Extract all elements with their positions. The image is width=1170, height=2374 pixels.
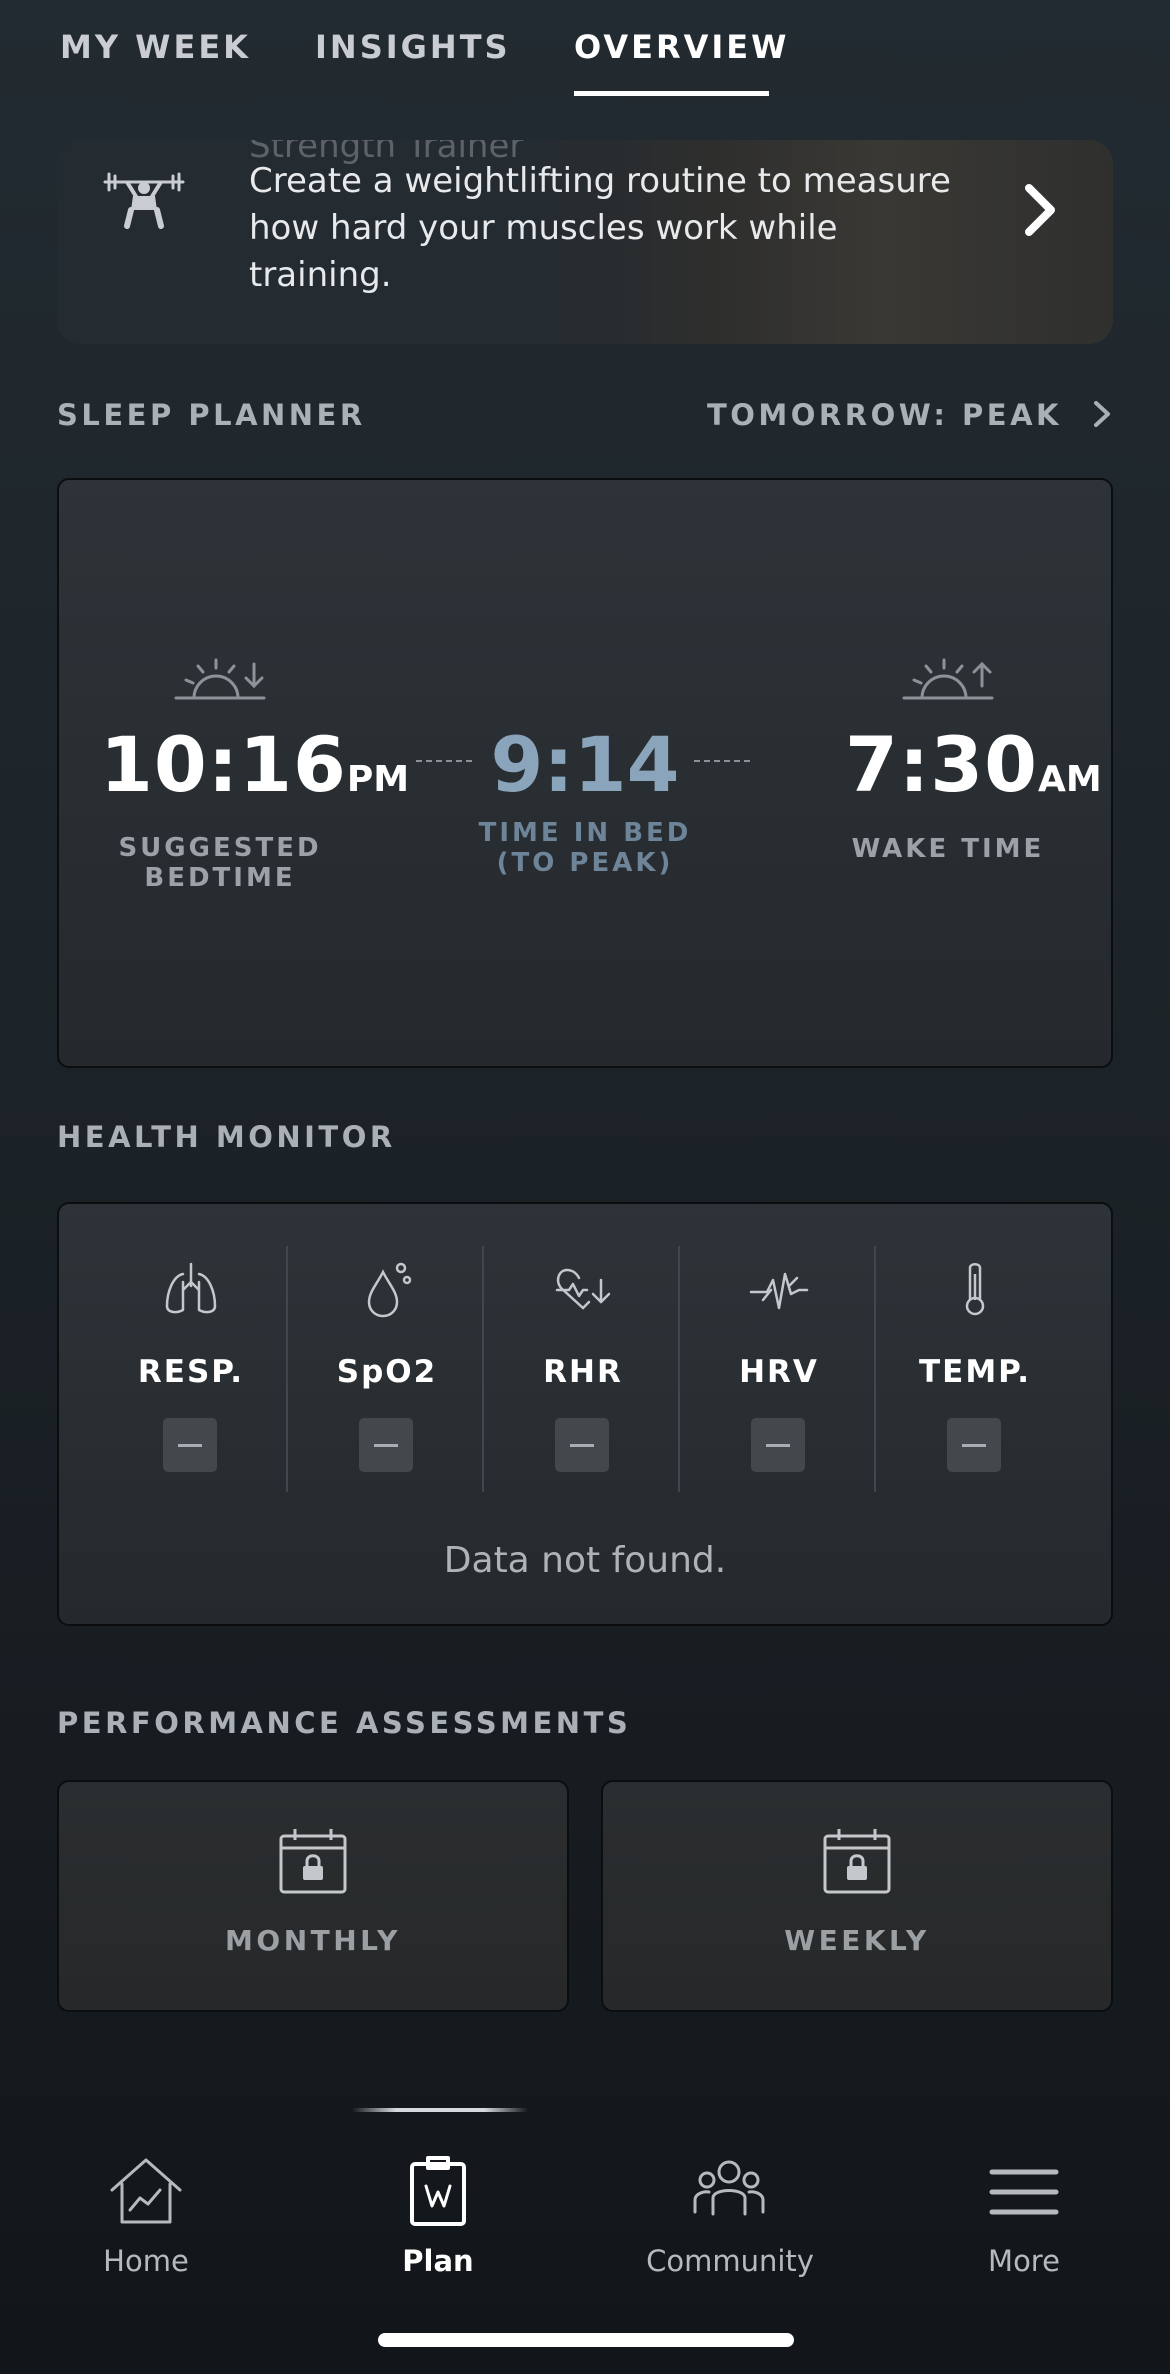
metric-hrv[interactable]: HRV	[681, 1246, 877, 1496]
chevron-right-icon[interactable]	[1090, 398, 1114, 430]
locked-calendar-icon	[279, 1829, 347, 1894]
home-chart-icon	[110, 2158, 182, 2224]
menu-icon	[989, 2169, 1059, 2215]
metric-label: RHR	[543, 1354, 623, 1390]
tab-insights[interactable]: INSIGHTS	[315, 28, 511, 66]
thermometer-icon	[965, 1263, 985, 1316]
sunrise-icon	[902, 658, 994, 700]
promo-description: Create a weightlifting routine to measur…	[249, 161, 951, 295]
nav-plan[interactable]: Plan	[292, 2150, 584, 2290]
metric-empty-value	[163, 1418, 217, 1472]
metric-spo2[interactable]: SpO2	[289, 1246, 485, 1496]
dashed-connector	[694, 760, 750, 764]
strength-trainer-promo-card[interactable]: Strength Trainer Create a weightlifting …	[57, 140, 1113, 344]
metric-divider	[286, 1246, 288, 1492]
nav-plan-label: Plan	[402, 2244, 474, 2278]
nav-community-label: Community	[646, 2244, 814, 2278]
metric-temp[interactable]: TEMP.	[877, 1246, 1073, 1496]
metric-rhr[interactable]: RHR	[485, 1246, 681, 1496]
health-monitor-status: Data not found.	[443, 1540, 727, 1581]
monthly-assessment-card[interactable]: MONTHLY	[57, 1780, 569, 2012]
time-in-bed-caption-line2: (TO PEAK)	[496, 848, 674, 878]
metric-empty-value	[555, 1418, 609, 1472]
health-monitor-title: HEALTH MONITOR	[57, 1120, 396, 1154]
bedtime-caption-line1: SUGGESTED	[118, 833, 322, 863]
performance-assessments-title: PERFORMANCE ASSESSMENTS	[57, 1706, 632, 1740]
wake-time-value: 7:30AM	[845, 720, 1102, 809]
heart-rate-down-icon	[555, 1268, 611, 1310]
metric-divider	[874, 1246, 876, 1492]
home-indicator[interactable]	[378, 2333, 794, 2347]
blood-drop-icon	[367, 1262, 412, 1318]
nav-more[interactable]: More	[878, 2150, 1170, 2290]
metric-empty-value	[359, 1418, 413, 1472]
clipboard-icon	[410, 2156, 466, 2226]
suggested-bedtime-caption: SUGGESTED BEDTIME	[100, 833, 340, 893]
nav-home-label: Home	[103, 2244, 189, 2278]
time-in-bed-caption-line1: TIME IN BED	[478, 818, 692, 848]
lungs-icon	[165, 1262, 217, 1314]
sunset-icon	[174, 658, 266, 700]
wake-time: 7:30	[845, 720, 1039, 809]
weekly-label: WEEKLY	[784, 1924, 930, 1957]
metric-empty-value	[751, 1418, 805, 1472]
bedtime-caption-line2: BEDTIME	[144, 863, 296, 893]
metric-empty-value	[947, 1418, 1001, 1472]
metric-divider	[678, 1246, 680, 1492]
barbell-icon	[103, 172, 185, 229]
locked-calendar-icon	[823, 1829, 891, 1894]
heart-rate-variability-icon	[749, 1272, 809, 1310]
metric-label: SpO2	[336, 1354, 438, 1390]
wake-suffix: AM	[1038, 759, 1102, 800]
tab-overview[interactable]: OVERVIEW	[574, 28, 789, 66]
tab-my-week[interactable]: MY WEEK	[60, 28, 251, 66]
people-icon	[693, 2160, 765, 2216]
sleep-planner-title: SLEEP PLANNER	[57, 398, 366, 432]
tomorrow-peak-link[interactable]: TOMORROW: PEAK	[707, 398, 1062, 432]
active-tab-indicator	[574, 91, 769, 96]
wake-time-caption: WAKE TIME	[851, 834, 1045, 864]
metric-divider	[482, 1246, 484, 1492]
metric-label: TEMP.	[919, 1354, 1031, 1390]
metric-label: RESP.	[137, 1354, 245, 1390]
chevron-right-icon[interactable]	[1019, 180, 1061, 240]
metric-label: HRV	[739, 1354, 819, 1390]
metric-resp[interactable]: RESP.	[93, 1246, 289, 1496]
active-nav-indicator	[352, 2108, 528, 2112]
time-in-bed-caption: TIME IN BED (TO PEAK)	[435, 818, 735, 878]
monthly-label: MONTHLY	[225, 1924, 401, 1957]
nav-more-label: More	[988, 2244, 1060, 2278]
nav-home[interactable]: Home	[0, 2150, 292, 2290]
weekly-assessment-card[interactable]: WEEKLY	[601, 1780, 1113, 2012]
nav-community[interactable]: Community	[584, 2150, 876, 2290]
